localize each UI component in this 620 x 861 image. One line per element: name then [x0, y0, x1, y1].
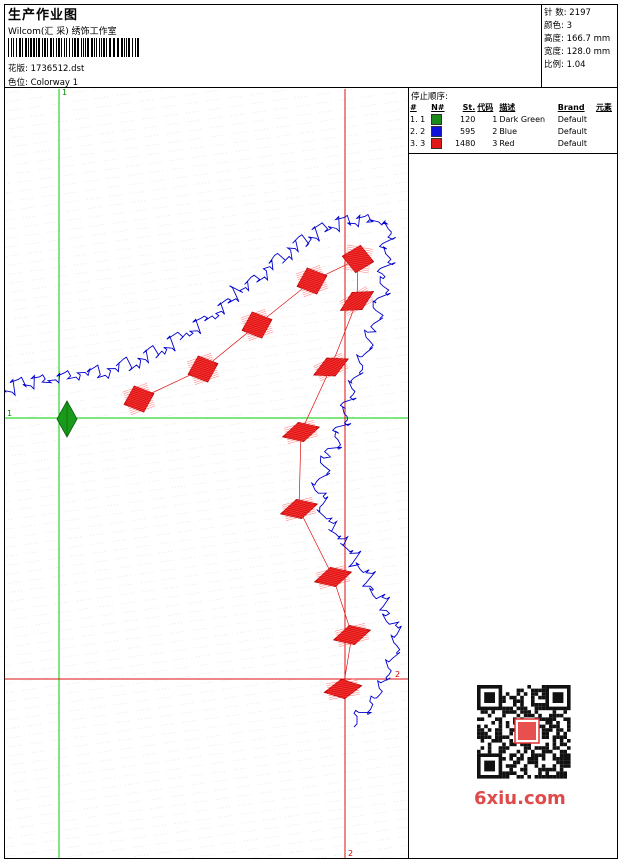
table-row: 1. 1 120 1 Dark Green Default — [409, 113, 617, 125]
stat-width: 宽度: 128.0 mm — [544, 45, 610, 57]
row-index: 2. 2 — [410, 126, 426, 136]
stat-stitches-label: 针 数: — [544, 8, 567, 18]
stat-height-value: 166.7 mm — [566, 34, 611, 44]
row-description: Blue — [499, 126, 518, 136]
red-guide-label-right: 2 — [395, 670, 400, 679]
stat-scale-label: 比例: — [544, 60, 564, 70]
table-header-row: # N# St. 代码 描述 Brand 元素 — [409, 101, 617, 113]
row-brand: Default — [557, 126, 587, 136]
barcode-image — [8, 38, 139, 57]
row-brand: Default — [557, 138, 587, 148]
row-stitches: 120 — [460, 114, 476, 124]
stat-stitches: 针 数: 2197 — [544, 6, 591, 18]
row-code: 3 — [492, 138, 498, 148]
page-title: 生产作业图 — [8, 8, 79, 23]
color-swatch — [430, 113, 449, 125]
color-swatch — [430, 137, 449, 149]
col-header-element: 元素 — [595, 102, 612, 112]
green-guide-label-top: 1 — [62, 89, 67, 97]
row-code: 1 — [492, 114, 498, 124]
row-index: 3. 3 — [410, 138, 426, 148]
stat-height-label: 高度: — [544, 34, 564, 44]
company-name: Wilcom(汇 采) 绣饰工作室 — [8, 27, 117, 37]
stat-colors: 颜色: 3 — [544, 19, 572, 31]
panel-divider — [408, 88, 409, 859]
col-header-index: # — [410, 102, 417, 112]
row-stitches: 1480 — [454, 138, 476, 148]
design-info: 花版: 1736512.dst — [8, 62, 84, 74]
stat-colors-label: 颜色: — [544, 21, 564, 31]
green-guide-label-left: 1 — [7, 409, 12, 418]
col-header-code: 代码 — [477, 102, 494, 112]
row-description: Red — [499, 138, 515, 148]
stat-stitches-value: 2197 — [569, 8, 591, 18]
stat-width-value: 128.0 mm — [566, 47, 611, 57]
watermark-text: 6xiu.com — [474, 788, 566, 809]
row-element — [595, 113, 617, 125]
fabric-background — [5, 89, 408, 858]
row-element — [595, 125, 617, 137]
col-header-description: 描述 — [499, 102, 516, 112]
table-divider — [409, 153, 618, 154]
table-row: 3. 3 1480 3 Red Default — [409, 137, 617, 149]
row-brand: Default — [557, 114, 587, 124]
embroidery-canvas: 1 1 2 2 — [5, 89, 408, 858]
row-code: 2 — [492, 126, 498, 136]
col-header-brand: Brand — [557, 102, 585, 112]
stat-height: 高度: 166.7 mm — [544, 32, 610, 44]
col-header-stitches: St. — [462, 102, 476, 112]
row-stitches: 595 — [460, 126, 476, 136]
design-label: 花版: — [8, 64, 28, 74]
qr-code-image — [471, 683, 579, 781]
stop-sequence-table: # N# St. 代码 描述 Brand 元素 1. 1 120 1 Dark … — [409, 101, 617, 149]
red-guide-label-bottom: 2 — [348, 849, 353, 858]
stat-scale-value: 1.04 — [566, 60, 586, 70]
row-index: 1. 1 — [410, 114, 426, 124]
row-description: Dark Green — [499, 114, 546, 124]
stat-width-label: 宽度: — [544, 47, 564, 57]
header-divider — [4, 87, 618, 88]
table-row: 2. 2 595 2 Blue Default — [409, 125, 617, 137]
stat-colors-value: 3 — [566, 21, 572, 31]
row-element — [595, 137, 617, 149]
design-value: 1736512.dst — [30, 64, 85, 74]
stat-scale: 比例: 1.04 — [544, 58, 586, 70]
color-swatch — [430, 125, 449, 137]
stats-divider — [541, 4, 542, 88]
col-header-needle: N# — [431, 102, 445, 112]
